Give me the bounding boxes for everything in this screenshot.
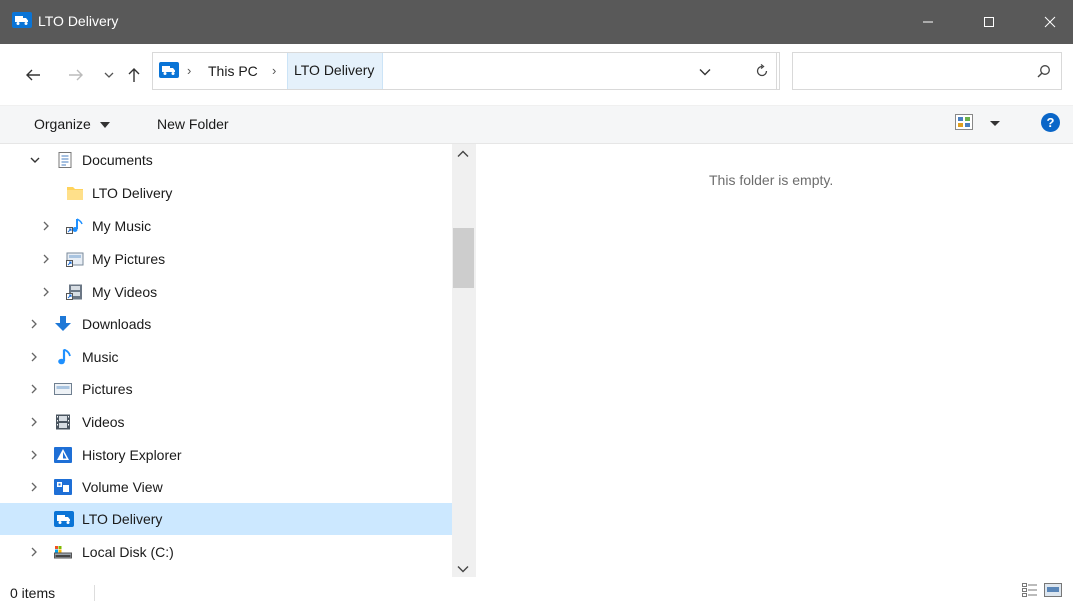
tree-item-volume-view[interactable]: Volume View: [0, 471, 452, 503]
tree-item-downloads[interactable]: Downloads: [0, 308, 452, 340]
tree-item-documents[interactable]: Documents: [0, 144, 452, 176]
refresh-button[interactable]: [744, 52, 780, 90]
title-bar: LTO Delivery: [0, 0, 1073, 44]
minimize-button[interactable]: [905, 0, 951, 44]
tree-item-my-videos[interactable]: My Videos: [0, 276, 452, 308]
item-count: 0 items: [10, 585, 56, 601]
download-arrow-icon: [55, 316, 71, 331]
chevron-down-icon: [104, 72, 114, 78]
refresh-icon: [756, 64, 767, 77]
up-button[interactable]: [123, 64, 145, 86]
search-icon: [1037, 65, 1050, 78]
back-button[interactable]: [22, 64, 44, 86]
maximize-icon: [984, 17, 994, 27]
search-input[interactable]: [792, 52, 1062, 90]
close-icon: [1044, 16, 1056, 28]
tree-item-label: Documents: [82, 152, 153, 168]
forward-button[interactable]: [65, 64, 87, 86]
chevron-right-icon[interactable]: [42, 287, 50, 297]
forward-arrow-icon: [69, 69, 83, 81]
tree-item-my-music[interactable]: My Music: [0, 210, 452, 242]
chevron-right-icon[interactable]: [30, 319, 38, 329]
breadcrumb-lto-delivery[interactable]: LTO Delivery: [287, 53, 384, 89]
folder-icon: [67, 187, 83, 200]
status-bar: 0 items: [0, 577, 1073, 605]
new-folder-button[interactable]: New Folder: [157, 116, 229, 132]
organize-label: Organize: [34, 116, 91, 132]
scroll-thumb[interactable]: [453, 228, 474, 288]
truck-icon: [159, 62, 179, 78]
chevron-right-icon[interactable]: [42, 221, 50, 231]
history-explorer-icon: [54, 447, 72, 463]
nav-pane-scrollbar[interactable]: [452, 144, 475, 577]
tree-item-label: LTO Delivery: [92, 185, 173, 201]
close-button[interactable]: [1027, 0, 1073, 44]
documents-icon: [58, 152, 72, 168]
scroll-down-icon[interactable]: [457, 565, 469, 573]
address-history-button[interactable]: [699, 63, 711, 79]
tree-item-label: My Pictures: [92, 251, 166, 267]
film-icon: [56, 414, 70, 430]
tree-item-lto-delivery-folder[interactable]: LTO Delivery: [0, 177, 452, 209]
tree-item-label: Videos: [82, 414, 125, 430]
tree-item-label: Music: [82, 349, 119, 365]
empty-folder-message: This folder is empty.: [709, 172, 834, 188]
tree-item-history-explorer[interactable]: History Explorer: [0, 439, 452, 471]
chevron-right-icon[interactable]: [30, 547, 38, 557]
music-shortcut-icon: [66, 218, 83, 234]
tree-item-my-pictures[interactable]: My Pictures: [0, 243, 452, 275]
change-view-button[interactable]: [955, 114, 1005, 135]
breadcrumb-this-pc[interactable]: This PC: [208, 63, 258, 79]
pictures-icon: [54, 383, 72, 395]
window-title: LTO Delivery: [38, 13, 119, 29]
tree-item-pictures[interactable]: Pictures: [0, 373, 452, 405]
drive-icon: [54, 546, 72, 559]
tree-item-label: LTO Delivery: [82, 511, 163, 527]
organize-button[interactable]: Organize: [34, 116, 110, 132]
breadcrumb-separator[interactable]: ›: [272, 63, 276, 78]
chevron-down-icon: [699, 69, 711, 76]
pictures-shortcut-icon: [66, 252, 84, 267]
address-bar[interactable]: › This PC › LTO Delivery: [152, 52, 777, 90]
chevron-right-icon[interactable]: [30, 450, 38, 460]
tree-item-lto-delivery[interactable]: LTO Delivery: [0, 503, 452, 535]
truck-icon: [12, 12, 32, 28]
view-options-icon: [955, 114, 1000, 130]
file-list-pane[interactable]: This folder is empty.: [477, 144, 1073, 577]
tree-item-label: Local Disk (C:): [82, 544, 174, 560]
chevron-down-icon[interactable]: [30, 156, 40, 164]
chevron-right-icon[interactable]: [42, 254, 50, 264]
up-arrow-icon: [128, 68, 140, 82]
tree-item-label: Downloads: [82, 316, 152, 332]
tree-item-label: My Music: [92, 218, 152, 234]
navigation-pane: Documents LTO Delivery My Music My Pictu…: [0, 144, 476, 577]
details-view-icon[interactable]: [1022, 583, 1038, 597]
tree-item-label: Pictures: [82, 381, 133, 397]
tree-item-label: My Videos: [92, 284, 158, 300]
chevron-right-icon[interactable]: [30, 384, 38, 394]
caret-down-icon: [99, 122, 110, 129]
maximize-button[interactable]: [966, 0, 1012, 44]
chevron-right-icon[interactable]: [30, 352, 38, 362]
videos-shortcut-icon: [66, 284, 82, 300]
command-bar: Organize New Folder: [0, 106, 1073, 144]
minimize-icon: [923, 21, 933, 23]
volume-view-icon: [54, 479, 72, 495]
tree-item-local-disk[interactable]: Local Disk (C:): [0, 536, 452, 568]
tree-item-music[interactable]: Music: [0, 341, 452, 373]
breadcrumb-separator[interactable]: ›: [187, 63, 191, 78]
scroll-up-icon[interactable]: [457, 150, 469, 158]
tree-item-label: Volume View: [82, 479, 163, 495]
truck-icon: [54, 511, 74, 527]
tree-item-label: History Explorer: [82, 447, 182, 463]
chevron-right-icon[interactable]: [30, 417, 38, 427]
tree-item-videos[interactable]: Videos: [0, 406, 452, 438]
help-button[interactable]: ?: [1041, 113, 1060, 132]
large-icons-view-icon[interactable]: [1044, 583, 1062, 597]
status-divider: [94, 585, 95, 601]
back-arrow-icon: [26, 69, 40, 81]
chevron-right-icon[interactable]: [30, 482, 38, 492]
music-note-icon: [58, 349, 71, 365]
recent-locations-button[interactable]: [98, 64, 120, 86]
